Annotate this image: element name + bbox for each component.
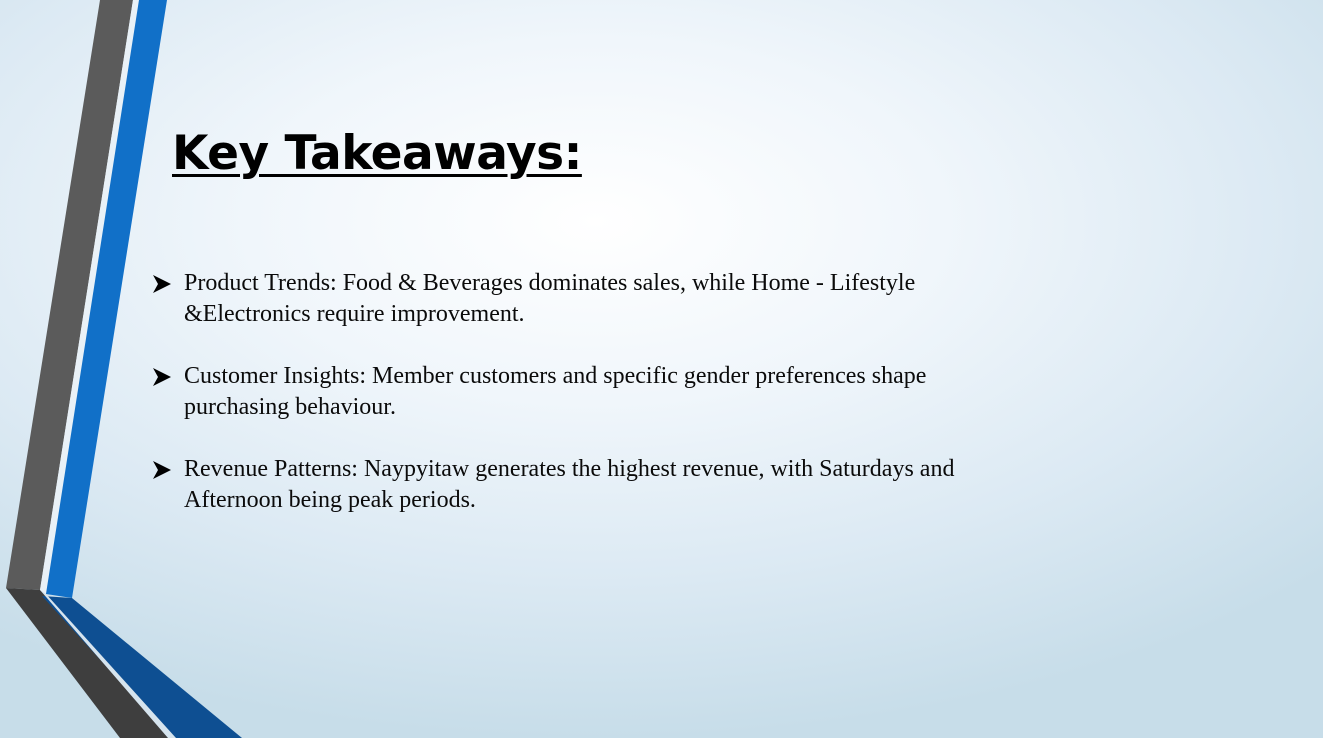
slide: Key Takeaways: Product Trends: Food & Be… (0, 0, 1323, 738)
bullet-text: Product Trends: Food & Beverages dominat… (184, 270, 916, 327)
arrow-bullet-icon (153, 275, 171, 293)
arrow-bullet-icon (153, 368, 171, 386)
bullet-customer-insights: Customer Insights: Member customers and … (152, 361, 982, 423)
takeaways-list: Product Trends: Food & Beverages dominat… (152, 268, 982, 547)
bullet-product-trends: Product Trends: Food & Beverages dominat… (152, 268, 982, 330)
bullet-text: Customer Insights: Member customers and … (184, 363, 927, 420)
bullet-revenue-patterns: Revenue Patterns: Naypyitaw generates th… (152, 454, 982, 516)
arrow-bullet-icon (153, 461, 171, 479)
bullet-text: Revenue Patterns: Naypyitaw generates th… (184, 456, 955, 513)
slide-title: Key Takeaways: (172, 126, 582, 181)
